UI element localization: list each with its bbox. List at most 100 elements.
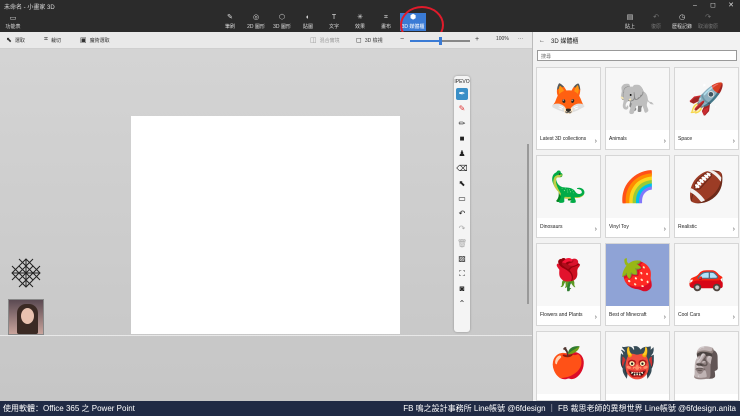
select-button[interactable]: ⬉ 選取 <box>6 36 25 44</box>
tool-stickers[interactable]: ◐ 貼圖 <box>296 13 320 31</box>
select-icon: ⬉ <box>6 37 12 44</box>
rectangle-icon[interactable]: ■ <box>456 133 468 145</box>
rainbow-thumbnail: 🌈 <box>606 156 669 218</box>
plus-icon: + <box>475 36 480 43</box>
redo-icon: ↷ <box>705 14 711 21</box>
library-card[interactable]: 🍓 Best of Minecraft › <box>605 243 670 326</box>
3d-view-button[interactable]: ◻ 3D 檢視 <box>356 36 383 44</box>
tool-canvas[interactable]: ⌗ 畫布 <box>374 13 398 31</box>
fox-thumbnail: 🦊 <box>537 68 600 130</box>
triceratops-thumbnail: 🦕 <box>537 156 600 218</box>
card-label: Vinyl Toy <box>609 224 629 230</box>
library-card[interactable]: 🚗 Cool Cars › <box>674 243 739 326</box>
undo-button[interactable]: ↶ 復原 <box>644 13 668 31</box>
minimize-button[interactable]: – <box>686 0 704 12</box>
mixed-reality-button[interactable]: ◫ 混合實境 <box>310 36 340 44</box>
library-card[interactable]: 👹 <box>605 331 670 401</box>
history-button[interactable]: ◷ 歷程記錄 <box>670 13 694 31</box>
camera-icon[interactable]: ◙ <box>456 283 468 295</box>
pencil-icon[interactable]: ✏ <box>456 118 468 130</box>
library-card[interactable]: 🌹 Flowers and Plants › <box>536 243 601 326</box>
text-icon: T <box>331 14 337 21</box>
library-card[interactable]: 🗿 <box>674 331 739 401</box>
library-card[interactable]: 🌈 Vinyl Toy › <box>605 155 670 238</box>
tool-brushes[interactable]: ✎ 筆刷 <box>218 13 242 31</box>
stamp-icon[interactable]: ♟ <box>456 148 468 160</box>
close-button[interactable]: ✕ <box>722 0 740 12</box>
card-label: Space <box>678 136 693 142</box>
screenshot-icon[interactable]: ▨ <box>456 253 468 265</box>
helmet-thumbnail: 🏈 <box>675 156 738 218</box>
apple-thumbnail: 🍎 <box>537 332 600 394</box>
mixed-reality-label: 混合實境 <box>319 37 340 44</box>
caption-bar: 使用軟體：Office 365 之 Power Point FB 鳴之設計事務所… <box>0 401 740 416</box>
select-label: 選取 <box>14 37 25 44</box>
car-thumbnail: 🚗 <box>675 244 738 306</box>
tool-label: 復原 <box>650 24 661 30</box>
chevron-right-icon: › <box>732 314 735 321</box>
marker-icon[interactable]: ✎ <box>456 103 468 115</box>
pen-icon[interactable]: ✒ <box>456 88 468 100</box>
library-card[interactable]: 🚀 Space › <box>674 67 739 150</box>
brush-icon: ✎ <box>227 14 233 21</box>
crop-icon: ⌗ <box>44 36 48 43</box>
library-card[interactable]: 🦊 Latest 3D collections › <box>536 67 601 150</box>
card-label: Dinosaurs <box>540 224 563 230</box>
contact-caption: FB 鳴之設計事務所 Line帳號 @6fdesign ｜ FB 裁思老師的異想… <box>403 404 736 413</box>
window-controls: – ◻ ✕ <box>686 0 740 12</box>
menu-label: 功能表 <box>5 24 21 30</box>
vertical-scrollbar[interactable] <box>527 144 529 304</box>
tool-text[interactable]: T 文字 <box>322 13 346 31</box>
library-card[interactable]: 🍎 <box>536 331 601 401</box>
redo-button[interactable]: ↷ 取消復原 <box>696 13 720 31</box>
tool-label: 效果 <box>354 24 365 30</box>
window-title: 未命名 - 小畫家 3D <box>4 4 55 11</box>
card-label: Realistic <box>678 224 697 230</box>
library-card[interactable]: 🐘 Animals › <box>605 67 670 150</box>
card-label: Latest 3D collections <box>540 136 587 142</box>
back-arrow-icon[interactable]: ← <box>539 38 545 44</box>
3d-library-panel: ← 3D 媒體櫃 搜尋 🦊 Latest 3D collections › 🐘 Ani… <box>532 32 740 401</box>
trash-icon[interactable]: 🗑 <box>456 238 468 250</box>
more-icon: ··· <box>518 36 523 42</box>
redo-icon[interactable]: ↷ <box>456 223 468 235</box>
zoom-slider[interactable] <box>410 37 470 45</box>
logo-mark-icon <box>11 258 41 288</box>
magic-select-button[interactable]: ▣ 魔術選取 <box>80 36 110 44</box>
tool-label: 筆刷 <box>224 24 235 30</box>
paste-icon: ▤ <box>626 14 634 21</box>
undo-icon[interactable]: ↶ <box>456 208 468 220</box>
paste-button[interactable]: ▤ 貼上 <box>618 13 642 31</box>
crop-button[interactable]: ⌗ 裁切 <box>44 36 61 44</box>
space-shuttle-thumbnail: 🚀 <box>675 68 738 130</box>
library-search-input[interactable]: 搜尋 <box>537 50 737 61</box>
zoom-slider-thumb[interactable] <box>438 37 442 45</box>
sticker-icon: ◐ <box>305 14 311 21</box>
maximize-button[interactable]: ◻ <box>704 0 722 12</box>
library-card[interactable]: 🦕 Dinosaurs › <box>536 155 601 238</box>
mixed-reality-icon: ◫ <box>310 37 317 44</box>
zoom-level: 100% <box>496 36 509 42</box>
chevron-up-icon[interactable]: ⌃ <box>456 298 468 310</box>
library-card[interactable]: 🏈 Realistic › <box>674 155 739 238</box>
3d-shape-icon: ⬡ <box>278 14 286 21</box>
software-caption: 使用軟體：Office 365 之 Power Point <box>3 404 135 413</box>
tool-effects[interactable]: ✳ 效果 <box>348 13 372 31</box>
title-bar: 未命名 - 小畫家 3D – ◻ ✕ <box>0 0 740 12</box>
zoom-slider-fill <box>410 40 440 42</box>
tool-2d-shapes[interactable]: ◎ 2D 圖形 <box>244 13 268 31</box>
tool-3d-shapes[interactable]: ⬡ 3D 圖形 <box>270 13 294 31</box>
card-label: Best of Minecraft <box>609 312 647 318</box>
menu-button[interactable]: ▭ 功能表 <box>4 14 22 30</box>
drawing-canvas[interactable] <box>131 116 400 334</box>
zoom-out-button[interactable]: − <box>400 36 404 43</box>
more-button[interactable]: ··· <box>518 36 523 42</box>
zoom-in-button[interactable]: + <box>475 36 479 43</box>
2d-shape-icon: ◎ <box>252 14 260 21</box>
undo-icon: ↶ <box>653 14 659 21</box>
pointer-icon[interactable]: ⬉ <box>456 178 468 190</box>
region-capture-icon[interactable]: ⛶ <box>456 268 468 280</box>
whiteboard-icon[interactable]: ▭ <box>456 193 468 205</box>
chevron-right-icon: › <box>732 138 735 145</box>
eraser-icon[interactable]: ⌫ <box>456 163 468 175</box>
